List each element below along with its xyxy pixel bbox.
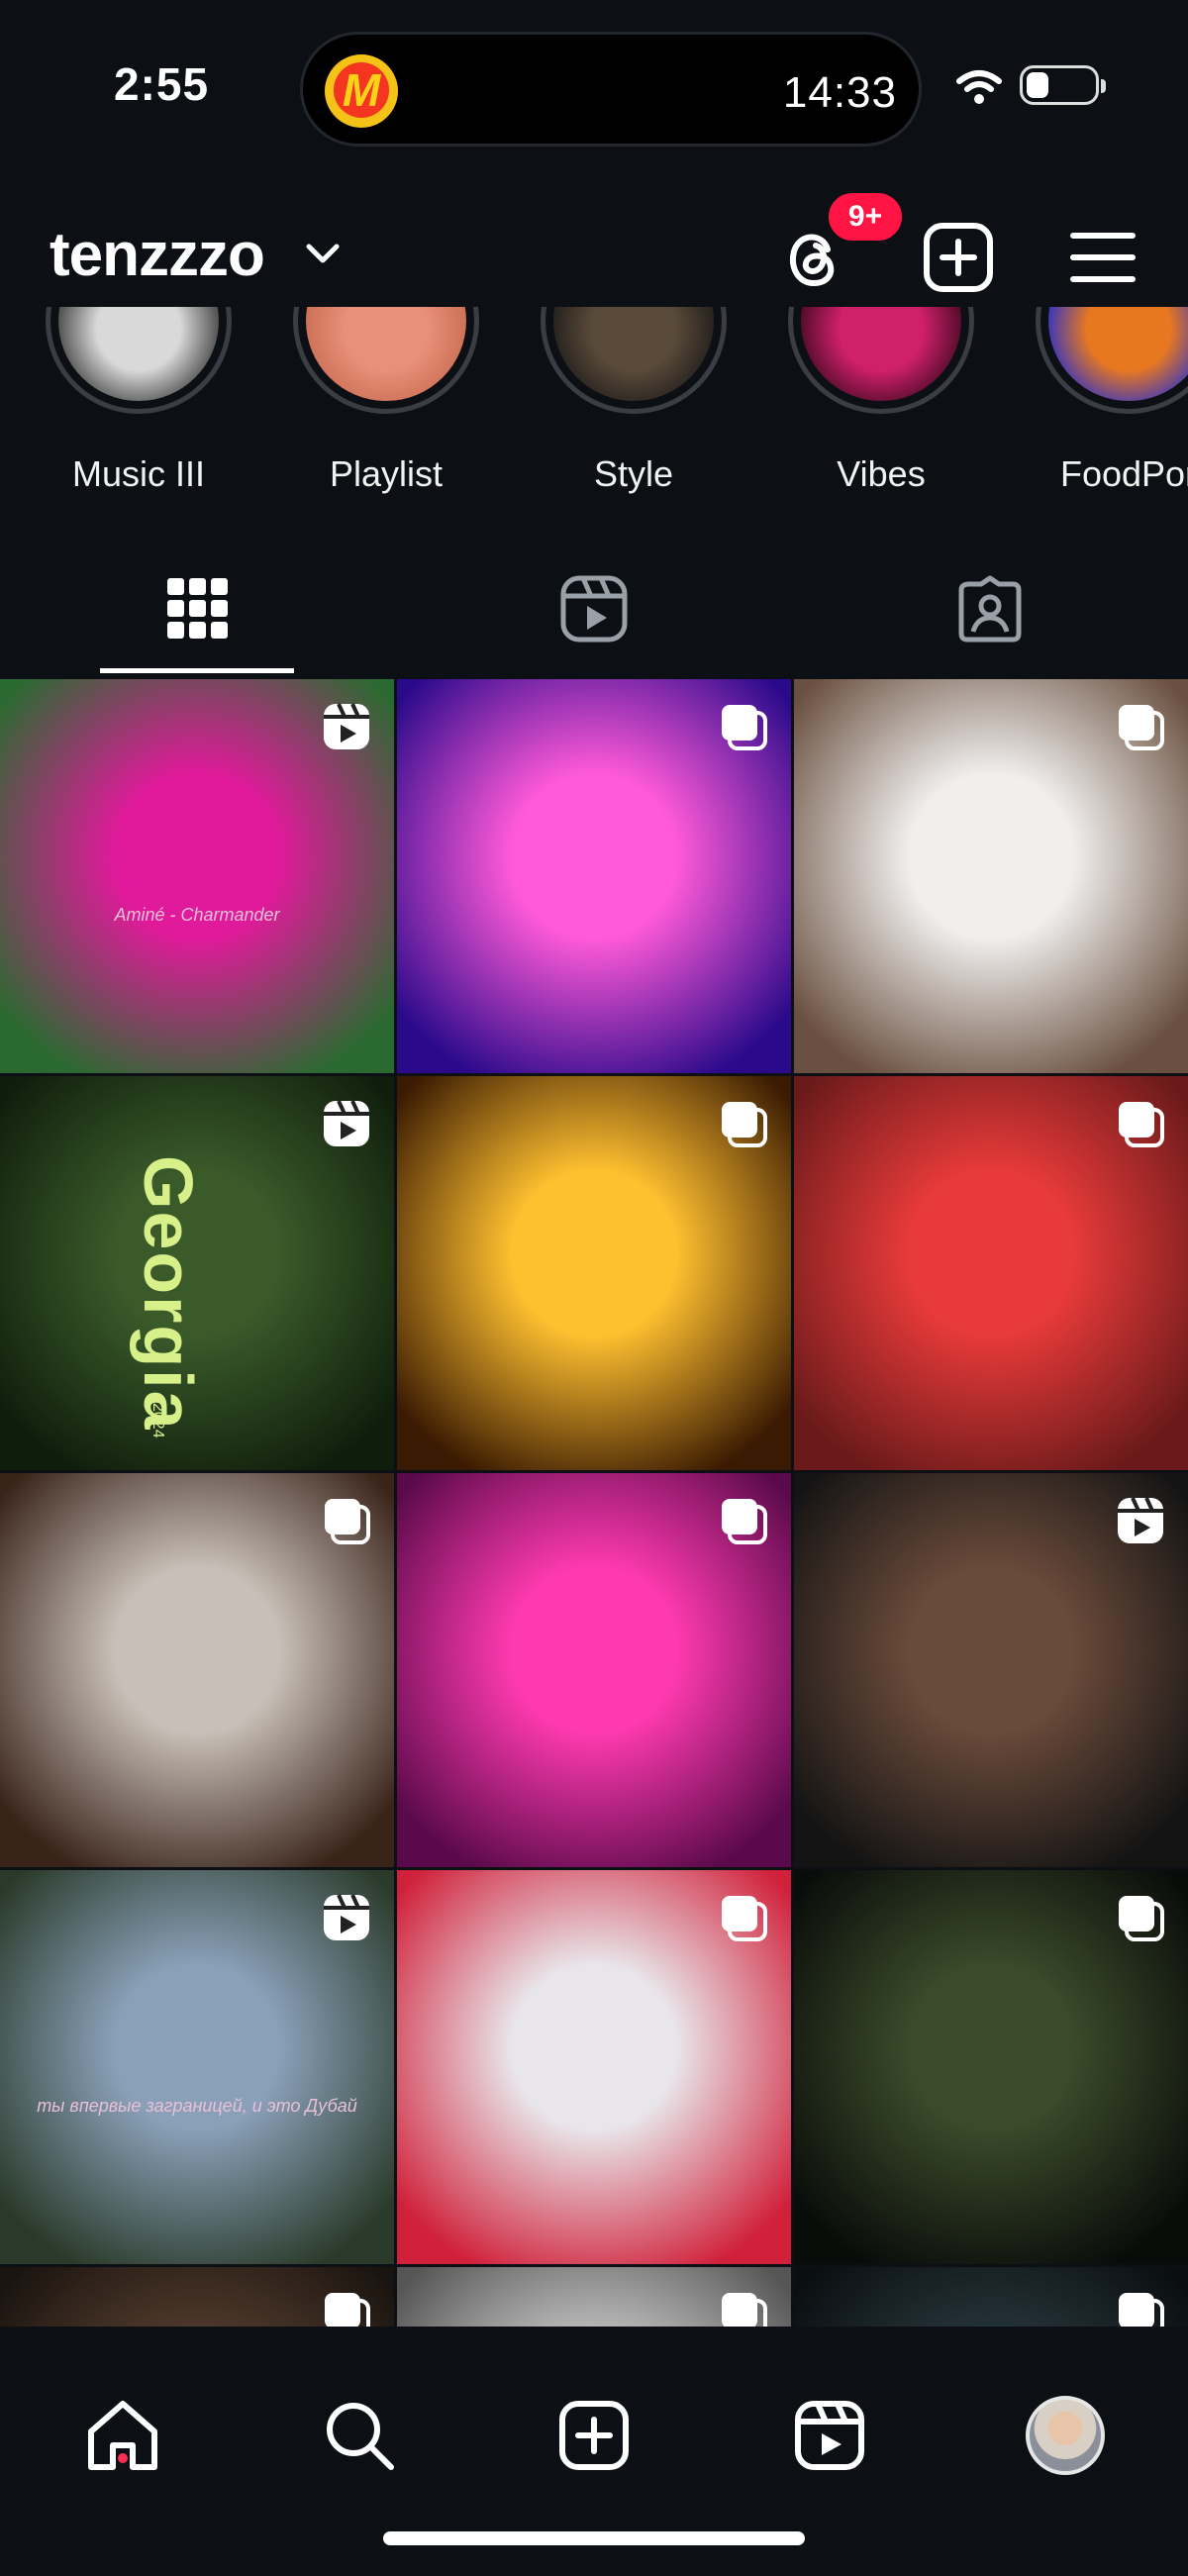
carousel-icon [1115, 1098, 1166, 1149]
reel-icon [321, 1098, 372, 1149]
carousel-icon [718, 1495, 769, 1546]
carousel-icon [718, 701, 769, 752]
highlight-cover [1036, 307, 1188, 414]
carousel-icon [718, 1892, 769, 1943]
carousel-icon [321, 2289, 372, 2328]
carousel-icon [1115, 1892, 1166, 1943]
post-thumbnail[interactable] [397, 1473, 791, 1867]
post-thumbnail[interactable] [794, 679, 1188, 1073]
avatar[interactable] [1026, 2396, 1105, 2475]
battery-icon [1020, 65, 1106, 105]
highlight-label: Playlist [329, 453, 444, 494]
post-grid: Aminé - Charmander Georgia 2024 ты впервые … [0, 679, 1188, 2328]
highlight-cover [788, 307, 974, 414]
post-thumbnail[interactable] [397, 2267, 791, 2328]
home-indicator [383, 2531, 805, 2545]
active-tab-indicator [100, 668, 294, 673]
post-thumbnail[interactable] [0, 1473, 394, 1867]
highlight-label: FoodPor [1059, 453, 1188, 494]
reel-icon [321, 701, 372, 752]
post-overlay-subtext: 2024 [149, 1403, 166, 1438]
carousel-icon [718, 2289, 769, 2328]
carousel-icon [321, 1495, 372, 1546]
wifi-icon [956, 70, 1002, 104]
highlight-label: Vibes [837, 453, 926, 494]
island-time: 14:33 [782, 68, 897, 117]
reel-icon [1115, 1495, 1166, 1546]
post-thumbnail[interactable] [794, 1076, 1188, 1470]
highlight-label: Music III [71, 453, 205, 494]
post-thumbnail[interactable] [794, 1473, 1188, 1867]
post-thumbnail[interactable]: Georgia 2024 [0, 1076, 394, 1470]
status-time: 2:55 [114, 58, 210, 110]
highlight-cover [293, 307, 479, 414]
post-thumbnail[interactable]: ты впервые заграницей, и это Дубай [0, 1870, 394, 2264]
plus-square-icon[interactable] [554, 2396, 634, 2475]
username[interactable]: tenzzzo [50, 220, 265, 290]
post-thumbnail[interactable] [397, 679, 791, 1073]
post-overlay-text: Georgia [130, 1155, 207, 1432]
highlight-cover [46, 307, 232, 414]
app-logo-icon: M [325, 54, 398, 128]
notification-badge: 9+ [826, 190, 905, 244]
post-thumbnail[interactable] [794, 1870, 1188, 2264]
carousel-icon [1115, 701, 1166, 752]
post-thumbnail[interactable] [397, 1870, 791, 2264]
new-post-icon[interactable] [921, 220, 996, 295]
post-thumbnail[interactable]: Aminé - Charmander [0, 679, 394, 1073]
post-caption: ты впервые заграницей, и это Дубай [37, 2096, 357, 2116]
chevron-down-icon[interactable] [305, 243, 341, 266]
reels-icon[interactable] [559, 574, 629, 644]
reels-icon[interactable] [790, 2396, 869, 2475]
reel-icon [321, 1892, 372, 1943]
carousel-icon [718, 1098, 769, 1149]
post-thumbnail[interactable] [0, 2267, 394, 2328]
menu-icon[interactable] [1065, 220, 1140, 295]
home-icon[interactable] [83, 2396, 162, 2475]
highlight-label: Style [593, 453, 674, 494]
carousel-icon [1115, 2289, 1166, 2328]
post-thumbnail[interactable] [794, 2267, 1188, 2328]
tagged-icon[interactable] [955, 574, 1025, 644]
post-caption: Aminé - Charmander [114, 905, 280, 925]
grid-icon[interactable] [163, 574, 233, 644]
post-thumbnail[interactable] [397, 1076, 791, 1470]
highlight-cover [541, 307, 727, 414]
dynamic-island[interactable]: M 14:33 [300, 32, 922, 147]
search-icon[interactable] [320, 2396, 399, 2475]
activity-dot [118, 2453, 128, 2463]
